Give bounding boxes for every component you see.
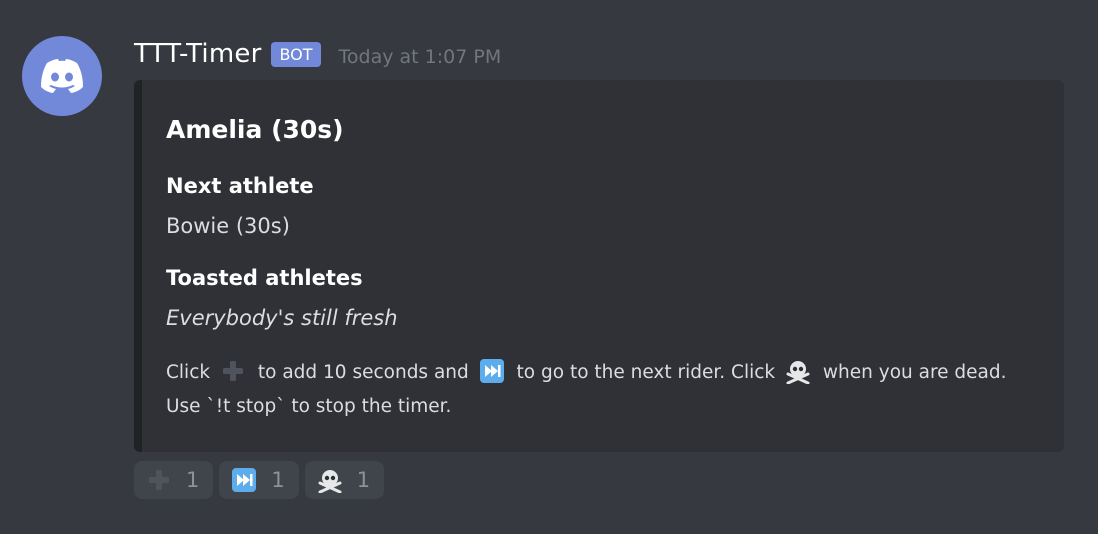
description-text: when you are dead. — [822, 362, 1007, 383]
discord-logo-icon — [41, 59, 83, 93]
skull-crossbones-icon — [318, 470, 342, 493]
reactions-bar: 1 1 1 — [134, 461, 385, 499]
embed-title: Amelia (30s) — [166, 115, 344, 144]
bot-avatar[interactable] — [22, 36, 102, 116]
skull-crossbones-icon — [786, 361, 810, 384]
reaction-count: 1 — [186, 468, 200, 492]
description-text: to go to the next rider. Click — [516, 362, 776, 383]
reaction-count: 1 — [271, 468, 285, 492]
bot-tag: BOT — [271, 41, 321, 67]
reaction-skull-crossbones[interactable]: 1 — [304, 461, 385, 499]
description-text: to add 10 seconds and — [257, 362, 469, 383]
embed-field-value-toasted-athletes: Everybody's still fresh — [166, 306, 398, 330]
description-text: Use `!t stop` to stop the timer. — [166, 396, 452, 417]
reaction-count: 1 — [356, 468, 371, 492]
embed-description: Click to add 10 seconds and to go to the… — [166, 356, 1046, 424]
message-embed: Amelia (30s) Next athlete Bowie (30s) To… — [134, 80, 1064, 452]
description-text: Click — [166, 362, 211, 383]
message-timestamp[interactable]: Today at 1:07 PM — [339, 46, 502, 68]
next-track-icon — [479, 359, 504, 383]
embed-field-name-toasted-athletes: Toasted athletes — [166, 266, 363, 290]
embed-field-name-next-athlete: Next athlete — [166, 174, 314, 198]
embed-field-value-next-athlete: Bowie (30s) — [166, 214, 290, 238]
plus-icon — [222, 361, 243, 381]
username[interactable]: TTT-Timer — [134, 39, 261, 69]
reaction-plus[interactable]: 1 — [134, 461, 214, 499]
next-track-icon — [232, 468, 257, 492]
reaction-next-track[interactable]: 1 — [219, 461, 299, 499]
plus-icon — [149, 470, 169, 490]
message-header: TTT-Timer BOT Today at 1:07 PM — [134, 34, 501, 74]
